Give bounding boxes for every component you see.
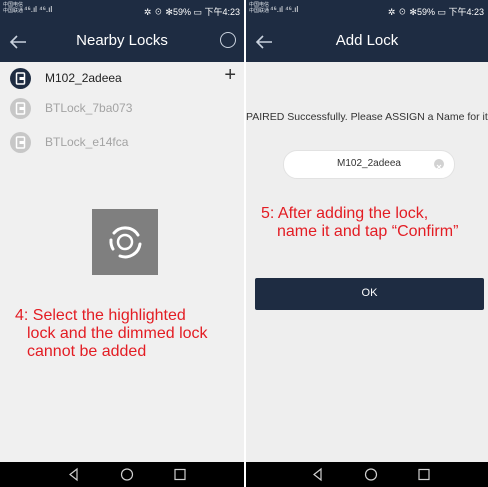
- nav-recents-icon[interactable]: [168, 462, 192, 487]
- lock-name-input[interactable]: M102_2adeea: [283, 150, 455, 179]
- annotation-text: 4: Select the highlighted lock and the d…: [15, 307, 208, 360]
- paired-message: PAIRED Successfully. Please ASSIGN a Nam…: [246, 111, 488, 123]
- nav-recents-icon[interactable]: [412, 462, 436, 487]
- lock-name: M102_2adeea: [45, 71, 122, 85]
- status-indicators: ✲ ☉ ✻59% ▭ 下午4:23: [143, 7, 240, 17]
- lock-list-item[interactable]: M102_2adeea +: [0, 62, 244, 95]
- app-bar: Nearby Locks: [0, 22, 244, 62]
- signal-icon: ⁴⁶.ıl ⁴⁶.ıl: [270, 5, 299, 14]
- lock-icon: [10, 68, 31, 89]
- lock-icon: [10, 132, 31, 153]
- ok-button[interactable]: OK: [255, 278, 484, 310]
- lock-list-item: BTLock_e14fca: [0, 126, 244, 159]
- loading-icon: [92, 209, 158, 275]
- status-bar: 中国电信 中国联通 ⁴⁶.ıl ⁴⁶.ıl ✲ ☉ ✻59% ▭ 下午4:23: [246, 0, 488, 22]
- nav-back-icon[interactable]: [306, 462, 330, 487]
- system-nav-bar: [246, 462, 488, 487]
- status-indicators: ✲ ☉ ✻59% ▭ 下午4:23: [387, 7, 484, 17]
- ok-button-label: OK: [361, 287, 378, 299]
- add-lock-screen: 中国电信 中国联通 ⁴⁶.ıl ⁴⁶.ıl ✲ ☉ ✻59% ▭ 下午4:23 …: [246, 0, 488, 487]
- lock-name: BTLock_e14fca: [45, 135, 129, 149]
- lock-icon: [10, 98, 31, 119]
- nearby-locks-screen: 中国电信 中国联通 ⁴⁶.ıl ⁴⁶.ıl ✲ ☉ ✻59% ▭ 下午4:23 …: [0, 0, 244, 487]
- nav-back-icon[interactable]: [62, 462, 86, 487]
- app-bar: Add Lock: [246, 22, 488, 62]
- nav-home-icon[interactable]: [115, 462, 139, 487]
- status-bar: 中国电信 中国联通 ⁴⁶.ıl ⁴⁶.ıl ✲ ☉ ✻59% ▭ 下午4:23: [0, 0, 244, 22]
- system-nav-bar: [0, 462, 244, 487]
- carrier-label: 中国电信 中国联通: [249, 2, 270, 14]
- lock-name: BTLock_7ba073: [45, 101, 133, 115]
- annotation-text: 5: After adding the lock, name it and ta…: [261, 205, 459, 240]
- page-title: Nearby Locks: [76, 32, 168, 49]
- scan-icon[interactable]: [220, 32, 236, 48]
- lock-list-item: BTLock_7ba073: [0, 92, 244, 125]
- carrier-label: 中国电信 中国联通: [3, 2, 24, 14]
- lock-name-value: M102_2adeea: [337, 158, 401, 169]
- page-title: Add Lock: [335, 32, 399, 49]
- nav-home-icon[interactable]: [359, 462, 383, 487]
- signal-icon: ⁴⁶.ıl ⁴⁶.ıl: [24, 5, 53, 14]
- add-icon[interactable]: +: [224, 64, 236, 87]
- clear-icon[interactable]: [434, 159, 444, 170]
